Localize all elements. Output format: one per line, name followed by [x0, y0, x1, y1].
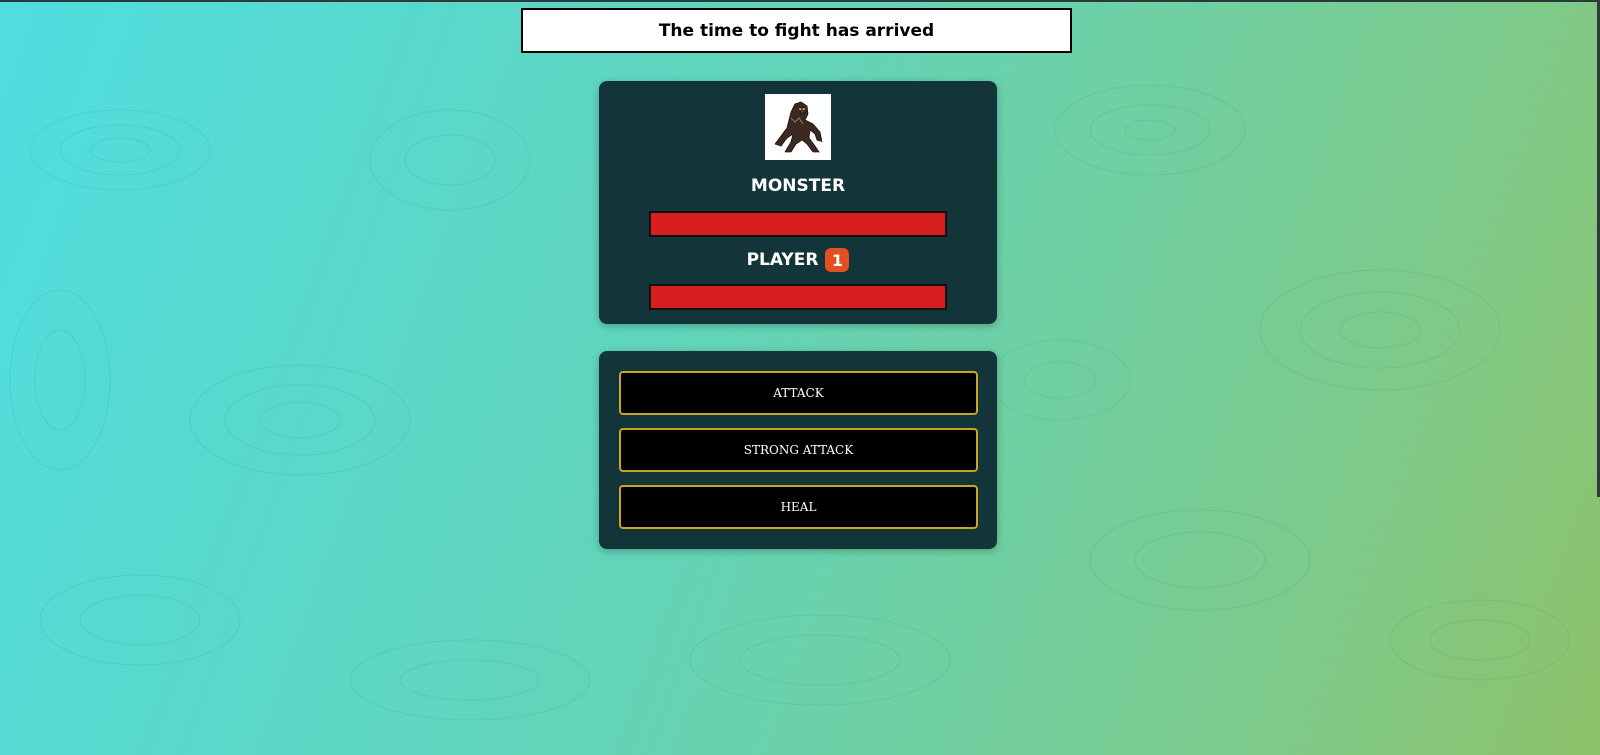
player-name: PLAYER	[746, 250, 819, 270]
health-status-panel: MONSTER PLAYER 1	[599, 81, 997, 324]
page-title: The time to fight has arrived	[521, 8, 1072, 53]
strong-attack-button[interactable]: STRONG ATTACK	[619, 428, 978, 472]
bonus-life-badge: 1	[825, 248, 850, 272]
monster-health-fill	[651, 213, 945, 235]
player-header: PLAYER 1	[599, 248, 997, 272]
attack-button[interactable]: ATTACK	[619, 371, 978, 415]
player-health-fill	[651, 286, 945, 308]
window-top-edge	[0, 0, 1600, 2]
monster-name: MONSTER	[750, 176, 846, 196]
heal-button[interactable]: HEAL	[619, 485, 978, 529]
player-health-bar	[649, 284, 947, 310]
werewolf-icon	[771, 101, 826, 156]
monster-health-bar	[649, 211, 947, 237]
monster-image	[765, 94, 831, 160]
controls-panel: ATTACK STRONG ATTACK HEAL	[599, 351, 997, 549]
